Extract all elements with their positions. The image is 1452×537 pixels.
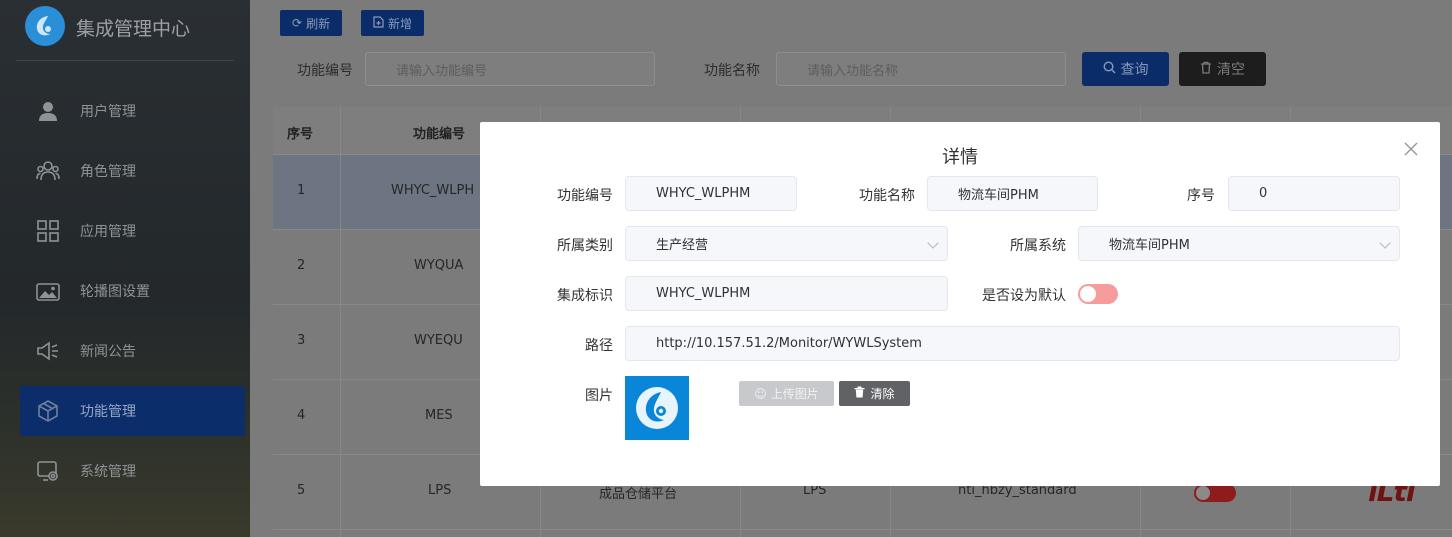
system-label: 所属系统 bbox=[1010, 238, 1066, 254]
close-icon[interactable] bbox=[1404, 142, 1420, 158]
system-select-value: 物流车间PHM bbox=[1109, 238, 1190, 253]
brand: 集成管理中心 bbox=[0, 0, 250, 60]
cell-index: 2 bbox=[297, 258, 306, 273]
sidebar-item-system-management[interactable]: 系统管理 bbox=[20, 446, 245, 496]
filter-code-label: 功能编号 bbox=[297, 63, 353, 79]
filter-code-input[interactable]: 请输入功能编号 bbox=[365, 52, 655, 86]
sidebar-item-news[interactable]: 新闻公告 bbox=[20, 326, 245, 376]
filter-name-label: 功能名称 bbox=[704, 63, 760, 79]
order-label: 序号 bbox=[1187, 188, 1215, 204]
add-file-icon bbox=[373, 15, 384, 31]
clear-button[interactable]: 清空 bbox=[1179, 52, 1266, 86]
sidebar-item-label: 新闻公告 bbox=[80, 344, 136, 360]
upload-image-label: 上传图片 bbox=[770, 387, 819, 401]
cell-index: 3 bbox=[297, 333, 306, 348]
cell-code: WHYC_WLPH bbox=[391, 183, 475, 198]
marker-label: 集成标识 bbox=[557, 288, 613, 304]
upload-image-button[interactable]: ☺ 上传图片 bbox=[739, 381, 834, 406]
query-button[interactable]: 查询 bbox=[1082, 52, 1169, 86]
path-field[interactable]: http://10.157.51.2/Monitor/WYWLSystem bbox=[625, 326, 1400, 361]
header-index: 序号 bbox=[287, 127, 314, 142]
name-field[interactable]: 物流车间PHM bbox=[927, 176, 1098, 211]
sidebar-item-label: 系统管理 bbox=[80, 464, 136, 480]
category-label: 所属类别 bbox=[557, 238, 613, 254]
megaphone-icon bbox=[34, 337, 62, 365]
trash-icon bbox=[854, 386, 865, 401]
search-icon bbox=[1102, 60, 1116, 78]
upload-icon: ☺ bbox=[754, 386, 767, 401]
refresh-icon: ⟳ bbox=[292, 16, 303, 30]
image-label: 图片 bbox=[585, 388, 613, 404]
sidebar-item-role-management[interactable]: 角色管理 bbox=[20, 146, 245, 196]
header-code: 功能编号 bbox=[413, 127, 466, 142]
marker-field[interactable]: WHYC_WLPHM bbox=[625, 276, 948, 311]
cell-code: WYEQU bbox=[414, 333, 463, 348]
divider bbox=[16, 60, 234, 61]
chevron-down-icon bbox=[1379, 237, 1391, 249]
default-toggle[interactable] bbox=[1194, 484, 1236, 502]
sidebar-item-label: 用户管理 bbox=[80, 104, 136, 120]
sidebar-item-carousel-settings[interactable]: 轮播图设置 bbox=[20, 266, 245, 316]
detail-dialog: 详情 功能编号 WHYC_WLPHM 功能名称 物流车间PHM 序号 0 所属类… bbox=[480, 122, 1440, 486]
sidebar-item-label: 功能管理 bbox=[80, 404, 136, 420]
refresh-button-label: 刷新 bbox=[306, 16, 331, 31]
divider bbox=[340, 107, 341, 537]
box-icon bbox=[34, 397, 62, 425]
remove-image-label: 清除 bbox=[870, 387, 895, 401]
apps-grid-icon bbox=[34, 217, 62, 245]
cell-code: LPS bbox=[428, 483, 452, 498]
user-icon bbox=[34, 97, 62, 125]
add-button[interactable]: 新增 bbox=[361, 10, 425, 36]
image-icon bbox=[34, 277, 62, 305]
sidebar-item-label: 应用管理 bbox=[80, 224, 136, 240]
clear-button-label: 清空 bbox=[1217, 62, 1245, 78]
default-switch[interactable] bbox=[1078, 284, 1118, 304]
cell-index: 5 bbox=[297, 483, 306, 498]
add-button-label: 新增 bbox=[388, 16, 413, 31]
code-label: 功能编号 bbox=[557, 188, 613, 204]
cell-code: WYQUA bbox=[414, 258, 464, 273]
sidebar: 集成管理中心 用户管理 角色管理 应用管理 轮播图设置 新闻公告 功能管理 系统… bbox=[0, 0, 250, 537]
filter-name-input[interactable]: 请输入功能名称 bbox=[776, 52, 1066, 86]
refresh-button[interactable]: ⟳ 刷新 bbox=[280, 10, 343, 36]
code-field[interactable]: WHYC_WLPHM bbox=[625, 176, 797, 211]
cell-index: 1 bbox=[297, 183, 306, 198]
remove-image-button[interactable]: 清除 bbox=[839, 381, 910, 406]
brand-logo-icon bbox=[25, 6, 65, 46]
default-label: 是否设为默认 bbox=[982, 288, 1066, 304]
path-label: 路径 bbox=[585, 338, 613, 354]
name-label: 功能名称 bbox=[859, 188, 915, 204]
sidebar-item-label: 角色管理 bbox=[80, 164, 136, 180]
sidebar-item-label: 轮播图设置 bbox=[80, 284, 150, 300]
query-button-label: 查询 bbox=[1120, 62, 1149, 78]
chevron-down-icon bbox=[927, 237, 939, 249]
dialog-title: 详情 bbox=[942, 147, 978, 168]
sidebar-item-app-management[interactable]: 应用管理 bbox=[20, 206, 245, 256]
cell-index: 4 bbox=[297, 408, 306, 423]
brand-title: 集成管理中心 bbox=[76, 18, 191, 40]
role-icon bbox=[34, 157, 62, 185]
settings-screen-icon bbox=[34, 457, 62, 485]
trash-icon bbox=[1200, 61, 1212, 78]
category-select-value: 生产经营 bbox=[656, 238, 709, 253]
app-icon-thumbnail bbox=[625, 376, 689, 440]
system-select[interactable]: 物流车间PHM bbox=[1078, 226, 1400, 261]
cell-code: MES bbox=[425, 408, 453, 423]
sidebar-item-function-management[interactable]: 功能管理 bbox=[20, 386, 245, 436]
order-field[interactable]: 0 bbox=[1228, 176, 1400, 211]
sidebar-item-user-management[interactable]: 用户管理 bbox=[20, 86, 245, 136]
category-select[interactable]: 生产经营 bbox=[625, 226, 948, 261]
